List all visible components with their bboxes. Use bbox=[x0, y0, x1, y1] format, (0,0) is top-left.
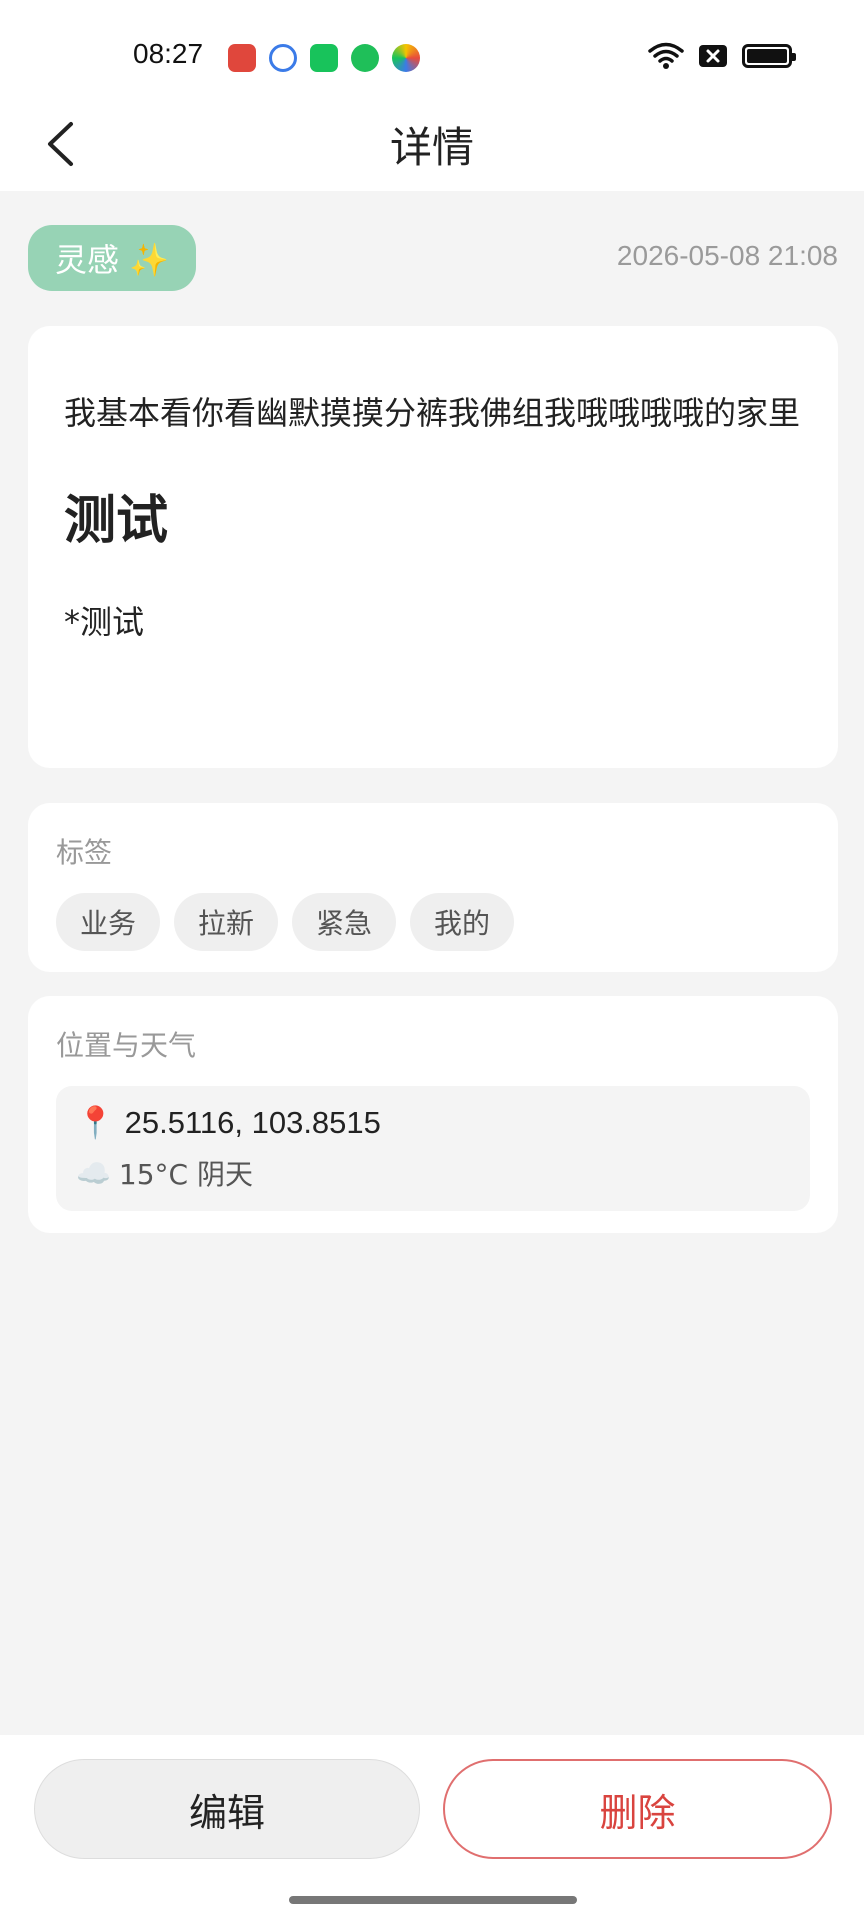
delete-button[interactable]: 删除 bbox=[443, 1759, 832, 1859]
tag-chip[interactable]: 我的 bbox=[410, 893, 515, 951]
no-sim-icon bbox=[699, 45, 727, 67]
note-heading: 测试 bbox=[64, 491, 169, 551]
location-weather-label: 位置与天气 bbox=[56, 1029, 197, 1062]
camera-app-icon bbox=[269, 44, 297, 72]
colorful-app-icon bbox=[392, 44, 420, 72]
wifi-icon bbox=[648, 42, 684, 69]
note-paragraph: 我基本看你看幽默摸摸分裤我佛组我哦哦哦哦的家里 bbox=[64, 394, 801, 432]
status-right-icons bbox=[648, 42, 796, 70]
location-weather-box: 📍 25.5116, 103.8515 ☁️ 15°C 阴天 bbox=[56, 1086, 810, 1211]
upload-app-icon bbox=[351, 44, 379, 72]
top-nav-bar: 详情 bbox=[0, 96, 864, 191]
home-indicator[interactable] bbox=[289, 1896, 577, 1904]
weather-text: 15°C 阴天 bbox=[118, 1158, 253, 1191]
bottom-action-bar: 编辑 删除 bbox=[0, 1735, 864, 1920]
location-weather-card: 位置与天气 📍 25.5116, 103.8515 ☁️ 15°C 阴天 bbox=[28, 996, 838, 1233]
edit-button[interactable]: 编辑 bbox=[34, 1759, 420, 1859]
weather-row: ☁️ 15°C 阴天 bbox=[76, 1153, 790, 1193]
tags-list: 业务 拉新 紧急 我的 bbox=[56, 893, 810, 951]
status-app-icons bbox=[228, 44, 420, 72]
tags-label: 标签 bbox=[56, 836, 113, 869]
tag-chip[interactable]: 拉新 bbox=[174, 893, 279, 951]
tags-card: 标签 业务 拉新 紧急 我的 bbox=[28, 803, 838, 972]
calendar-app-icon bbox=[228, 44, 256, 72]
status-bar: 08:27 bbox=[0, 0, 864, 96]
note-line: *测试 bbox=[64, 603, 145, 641]
page-title: 详情 bbox=[389, 123, 474, 172]
note-datetime: 2026-05-08 21:08 bbox=[616, 240, 838, 271]
status-time: 08:27 bbox=[133, 38, 204, 69]
note-content-card: 我基本看你看幽默摸摸分裤我佛组我哦哦哦哦的家里 测试 *测试 bbox=[28, 326, 838, 768]
map-pin-icon: 📍 bbox=[76, 1105, 115, 1140]
tag-chip[interactable]: 紧急 bbox=[292, 893, 397, 951]
cloud-icon: ☁️ bbox=[76, 1156, 111, 1190]
tag-chip[interactable]: 业务 bbox=[56, 893, 161, 951]
location-coords: 25.5116, 103.8515 bbox=[124, 1104, 381, 1140]
battery-icon bbox=[742, 44, 796, 68]
category-badge: 灵感 ✨ bbox=[28, 225, 196, 291]
location-row: 📍 25.5116, 103.8515 bbox=[76, 1104, 790, 1141]
wechat-app-icon bbox=[310, 44, 338, 72]
